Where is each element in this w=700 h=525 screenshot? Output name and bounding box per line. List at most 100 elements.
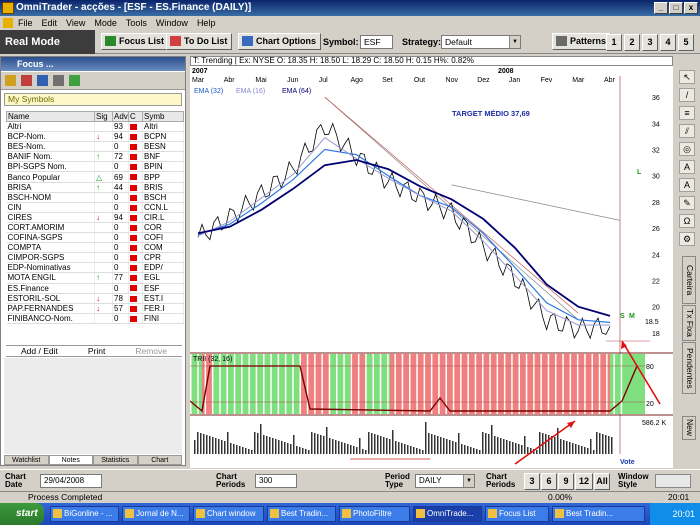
signal-cell xyxy=(94,242,113,254)
symbol-code-cell: COR xyxy=(142,222,184,234)
table-row[interactable]: MOTA ENGIL ↑ 77 EGL xyxy=(6,272,184,284)
table-row[interactable]: BES-Nom. 0 BESN xyxy=(6,141,184,153)
layout-button-5[interactable]: 5 xyxy=(678,34,694,51)
menu-mode[interactable]: Mode xyxy=(94,16,117,30)
chart-icon[interactable] xyxy=(53,75,64,86)
table-row[interactable]: COMPTA 0 COM xyxy=(6,242,184,254)
chart-date-input[interactable]: 29/04/2008 xyxy=(40,474,102,488)
table-row[interactable]: ES.Finance 0 ESF xyxy=(6,283,184,294)
table-row[interactable]: BPI-SGPS Nom. 0 BPIN xyxy=(6,161,184,173)
periods-all-button[interactable]: All xyxy=(594,473,610,490)
color-cell xyxy=(128,171,143,183)
table-row[interactable]: Banco Popular △ 69 BPP xyxy=(6,171,184,183)
menu-help[interactable]: Help xyxy=(197,16,216,30)
tab-new[interactable]: New xyxy=(682,416,696,440)
table-row[interactable]: CIRES ↓ 94 CIR.L xyxy=(6,212,184,223)
col-header-c[interactable]: C xyxy=(128,111,143,122)
pen-tool-icon[interactable]: ✎ xyxy=(679,196,695,210)
periods-9-button[interactable]: 9 xyxy=(558,473,574,490)
grid-icon[interactable] xyxy=(69,75,80,86)
cycle-tool-icon[interactable]: ◎ xyxy=(679,142,695,156)
table-row[interactable]: CORT.AMORIM 0 COR xyxy=(6,222,184,234)
gear-icon[interactable]: ⚙ xyxy=(679,232,695,246)
col-header-symbol[interactable]: Symb xyxy=(142,111,184,122)
maximize-button[interactable]: □ xyxy=(669,2,683,14)
menu-edit[interactable]: Edit xyxy=(42,16,58,30)
table-row[interactable]: FINIBANCO-Nom. 0 FINI xyxy=(6,313,184,324)
task-button[interactable]: Best Tradin... xyxy=(267,506,336,522)
symbol-list-select[interactable]: My Symbols xyxy=(4,93,182,106)
task-button[interactable]: Jornal de N... xyxy=(122,506,190,522)
layout-button-1[interactable]: 1 xyxy=(606,34,622,51)
indicator-gap xyxy=(277,354,280,414)
tab-pendentes[interactable]: Pendentes xyxy=(682,342,696,394)
symbol-input[interactable]: ESF xyxy=(360,35,393,49)
table-row[interactable]: PAP.FERNANDES ↓ 57 FER.I xyxy=(6,303,184,314)
chart-periods-input[interactable]: 300 xyxy=(255,474,297,488)
tab-watchlist[interactable]: Watchlist xyxy=(4,455,49,465)
periods-12-button[interactable]: 12 xyxy=(575,473,593,490)
add-edit-button[interactable]: Add / Edit xyxy=(21,346,58,356)
table-row[interactable]: CIN 0 CCN.L xyxy=(6,202,184,213)
table-row[interactable]: CIMPOR-SGPS 0 CPR xyxy=(6,252,184,264)
col-header-adv[interactable]: Adv xyxy=(112,111,129,122)
adv-cell: 0 xyxy=(112,283,129,294)
focus-list-button[interactable]: Focus List xyxy=(101,33,170,50)
menu-file[interactable]: File xyxy=(18,16,33,30)
table-row[interactable]: Altri 93 Altri xyxy=(6,121,184,133)
table-row[interactable]: BRISA ↑ 44 BRIS xyxy=(6,182,184,193)
layout-button-2[interactable]: 2 xyxy=(624,34,640,51)
table-row[interactable]: BSCH-NOM 0 BSCH xyxy=(6,192,184,203)
task-button[interactable]: Focus List xyxy=(485,506,549,522)
table-row[interactable]: EDP-Nominativas 0 EDP/ xyxy=(6,262,184,274)
tab-carteira[interactable]: Carteira xyxy=(682,256,696,304)
tab-chart[interactable]: Chart xyxy=(137,455,182,465)
layout-button-3[interactable]: 3 xyxy=(642,34,658,51)
tab-statistics[interactable]: Statistics xyxy=(93,455,138,465)
search-icon[interactable] xyxy=(37,75,48,86)
menu-window[interactable]: Window xyxy=(156,16,188,30)
patterns-button[interactable]: Patterns xyxy=(552,33,612,50)
strategy-select[interactable]: Default ▼ xyxy=(441,35,521,49)
tab-tx-fixa[interactable]: Tx Fixa xyxy=(682,305,696,341)
periods-6-button[interactable]: 6 xyxy=(541,473,557,490)
text-tool-icon[interactable]: A xyxy=(679,160,695,174)
minimize-button[interactable]: _ xyxy=(654,2,668,14)
line-tool-icon[interactable]: / xyxy=(679,88,695,102)
tab-notes[interactable]: Notes xyxy=(48,455,93,465)
col-header-sig[interactable]: Sig xyxy=(94,111,113,122)
menu-view[interactable]: View xyxy=(66,16,85,30)
task-button[interactable]: Chart window xyxy=(193,506,264,522)
volume-bar xyxy=(524,436,526,454)
start-button[interactable]: start xyxy=(0,503,44,525)
layout-button-4[interactable]: 4 xyxy=(660,34,676,51)
task-button[interactable]: OmniTrade... xyxy=(413,506,482,522)
table-row[interactable]: BANIF Nom. ↑ 72 BNF xyxy=(6,151,184,163)
task-button[interactable]: Best Tradin... xyxy=(552,506,645,522)
symbol-code-cell: BESN xyxy=(142,141,184,153)
task-label: BiGonline - ... xyxy=(64,509,113,518)
table-row[interactable]: COFINA-SGPS 0 COFI xyxy=(6,232,184,244)
task-button[interactable]: BiGonline - ... xyxy=(50,506,119,522)
chart-options-button[interactable]: Chart Options xyxy=(238,33,321,50)
magnet-icon[interactable]: Ω xyxy=(679,214,695,228)
remove-button[interactable]: Remove xyxy=(135,346,167,356)
print-button[interactable]: Print xyxy=(88,346,105,356)
period-type-select[interactable]: DAILY ▼ xyxy=(415,474,475,488)
task-button[interactable]: PhotoFiltre xyxy=(339,506,410,522)
price-chart[interactable]: 2007 2008 Mar Abr Mai Jun Jul Ago Set Out Nov Dez… xyxy=(190,66,673,468)
channel-tool-icon[interactable]: ⫽ xyxy=(679,124,695,138)
todo-list-button[interactable]: To Do List xyxy=(166,33,233,50)
window-style-select[interactable] xyxy=(655,474,691,488)
arrow-tool-icon[interactable]: ↖ xyxy=(679,70,695,84)
table-row[interactable]: ESTORIL-SOL ↓ 78 EST.I xyxy=(6,293,184,304)
menu-tools[interactable]: Tools xyxy=(126,16,147,30)
close-button[interactable]: x xyxy=(684,2,698,14)
table-row[interactable]: BCP-Nom. ↓ 94 BCPN xyxy=(6,131,184,143)
edit-icon[interactable] xyxy=(5,75,16,86)
col-header-name[interactable]: Name xyxy=(6,111,95,122)
text-tool-2-icon[interactable]: A xyxy=(679,178,695,192)
fib-tool-icon[interactable]: ≡ xyxy=(679,106,695,120)
periods-3-button[interactable]: 3 xyxy=(524,473,540,490)
pencil-icon[interactable] xyxy=(21,75,32,86)
